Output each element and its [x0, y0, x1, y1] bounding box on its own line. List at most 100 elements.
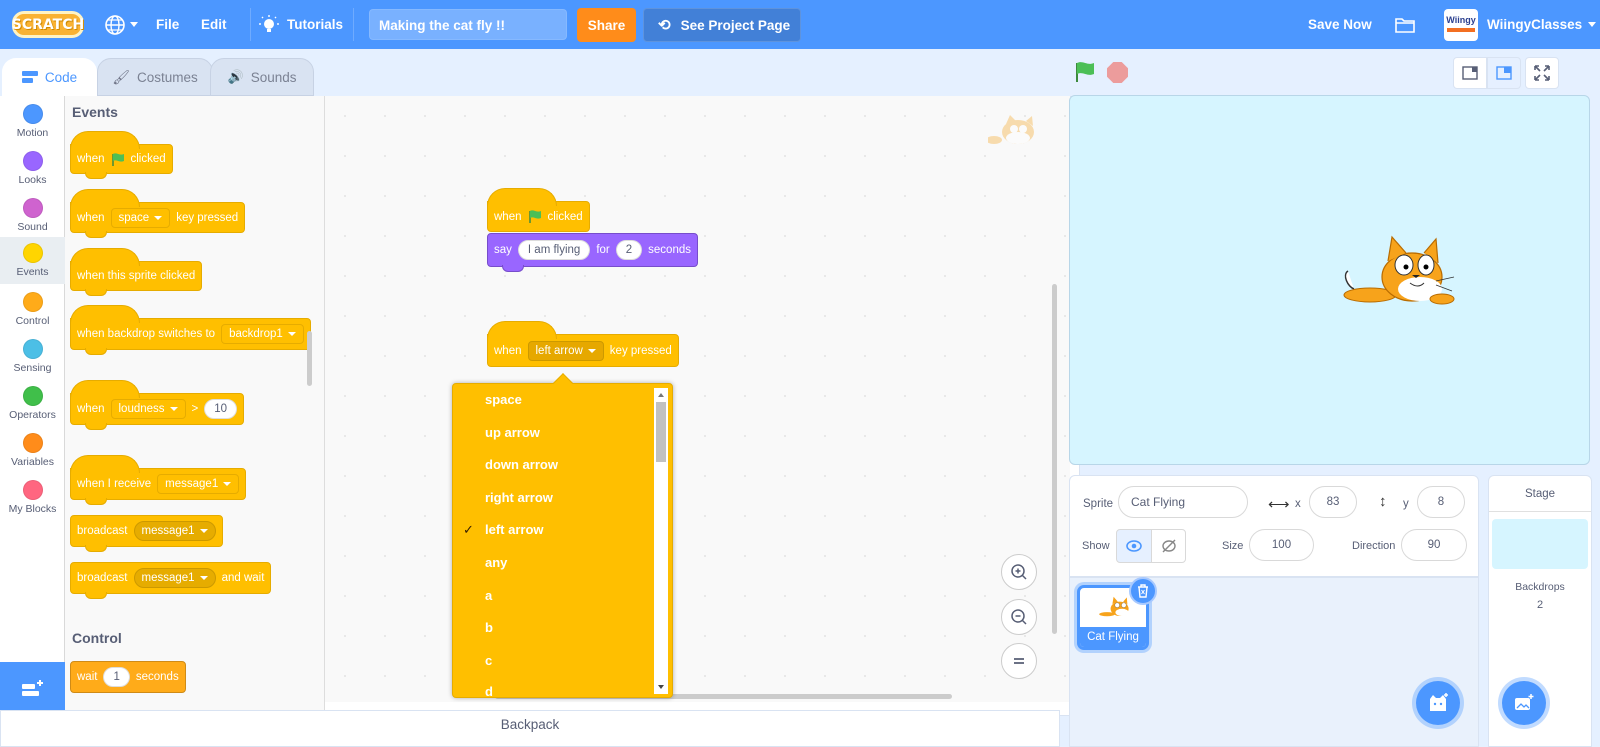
wait-seconds-input[interactable]: 1: [103, 667, 130, 687]
dropdown-scrollbar[interactable]: [654, 388, 668, 694]
size-input[interactable]: 100: [1249, 529, 1314, 561]
scroll-down-arrow-icon[interactable]: [658, 685, 664, 689]
dropdown-option[interactable]: d: [485, 684, 493, 697]
tab-costumes[interactable]: 🖌 Costumes: [97, 58, 213, 96]
block-text: wait: [77, 671, 98, 683]
script-workspace[interactable]: [325, 96, 1070, 702]
dropdown-option[interactable]: b: [485, 620, 493, 635]
tab-sounds[interactable]: 🔊 Sounds: [210, 58, 314, 96]
category-looks[interactable]: Looks: [0, 145, 65, 192]
dropdown-option[interactable]: any: [485, 555, 507, 570]
category-events[interactable]: Events: [0, 237, 65, 284]
dropdown-option[interactable]: space: [485, 392, 522, 407]
show-visible-button[interactable]: [1116, 529, 1152, 563]
hat-cap: [487, 188, 557, 206]
language-menu[interactable]: [104, 0, 138, 49]
key-dropdown[interactable]: space: [110, 207, 171, 228]
dropdown-option[interactable]: c: [485, 653, 492, 668]
normal-stage-icon: [1496, 66, 1512, 80]
dropdown-option-selected[interactable]: left arrow: [485, 522, 544, 537]
block-notch: [85, 231, 107, 238]
message-dropdown[interactable]: message1: [133, 568, 216, 588]
cat-sprite[interactable]: [1340, 231, 1460, 311]
palette-scrollbar[interactable]: [307, 331, 312, 386]
stage-thumbnail[interactable]: [1492, 519, 1588, 569]
threshold-input[interactable]: 10: [204, 399, 238, 419]
events-dot-icon: [22, 243, 43, 263]
broadcast-block[interactable]: broadcast message1: [70, 515, 223, 552]
dropdown-option[interactable]: right arrow: [485, 490, 553, 505]
category-motion[interactable]: Motion: [0, 98, 65, 145]
tab-code[interactable]: Code: [2, 58, 97, 96]
avatar[interactable]: Wiingy: [1444, 9, 1478, 41]
broadcast-and-wait-block[interactable]: broadcast message1 and wait: [70, 562, 272, 599]
save-now-button[interactable]: Save Now: [1308, 0, 1372, 49]
file-menu[interactable]: File: [156, 0, 179, 49]
green-flag-button[interactable]: [1074, 61, 1096, 83]
when-loudness-block[interactable]: when loudness > 10: [70, 380, 245, 430]
category-label: Operators: [9, 409, 56, 421]
normal-stage-button[interactable]: [1487, 57, 1521, 89]
dropdown-option[interactable]: up arrow: [485, 425, 540, 440]
scratch-logo[interactable]: SCRATCH: [12, 11, 84, 38]
paintbrush-icon: 🖌: [112, 68, 130, 85]
control-dot-icon: [22, 292, 43, 312]
message-dropdown[interactable]: message1: [133, 521, 216, 541]
fullscreen-button[interactable]: [1525, 57, 1559, 89]
category-sensing[interactable]: Sensing: [0, 333, 65, 380]
dropdown-value: message1: [141, 525, 195, 537]
when-i-receive-block[interactable]: when I receive message1: [70, 455, 247, 505]
say-text-input[interactable]: I am flying: [517, 240, 591, 260]
show-hidden-button[interactable]: [1151, 529, 1186, 563]
wait-seconds-block[interactable]: wait 1 seconds: [70, 661, 186, 693]
my-stuff-button[interactable]: [1394, 0, 1416, 49]
message-dropdown[interactable]: message1: [157, 474, 240, 494]
when-flag-clicked-script[interactable]: when clicked: [487, 188, 590, 232]
key-dropdown-open[interactable]: left arrow: [527, 340, 604, 361]
dropdown-option[interactable]: down arrow: [485, 457, 558, 472]
x-input[interactable]: 83: [1309, 486, 1357, 518]
see-project-page-button[interactable]: ⟲ See Project Page: [643, 8, 801, 42]
add-extension-button[interactable]: [0, 662, 65, 716]
category-sound[interactable]: Sound: [0, 192, 65, 239]
backdrop-dropdown[interactable]: backdrop1: [221, 324, 304, 344]
when-key-pressed-block[interactable]: when space key pressed: [70, 189, 246, 238]
delete-sprite-button[interactable]: [1129, 577, 1157, 605]
dropdown-option[interactable]: a: [485, 588, 492, 603]
stop-button[interactable]: [1107, 62, 1128, 83]
when-backdrop-switches-block[interactable]: when backdrop switches to backdrop1: [70, 305, 311, 355]
choose-sprite-button[interactable]: [1416, 681, 1460, 725]
equals-icon: [1014, 658, 1024, 664]
y-input[interactable]: 8: [1417, 486, 1465, 518]
edit-menu[interactable]: Edit: [201, 0, 227, 49]
category-my-blocks[interactable]: My Blocks: [0, 474, 65, 521]
category-variables[interactable]: Variables: [0, 427, 65, 474]
small-stage-button[interactable]: [1453, 57, 1487, 89]
when-key-pressed-script[interactable]: when left arrow key pressed: [487, 321, 679, 367]
scroll-thumb[interactable]: [656, 402, 666, 462]
stage-canvas[interactable]: [1069, 95, 1590, 465]
sensor-dropdown[interactable]: loudness: [110, 399, 186, 419]
direction-input[interactable]: 90: [1401, 529, 1467, 561]
scroll-up-arrow-icon[interactable]: [658, 393, 664, 397]
choose-backdrop-button[interactable]: [1502, 681, 1546, 725]
zoom-out-button[interactable]: [1001, 599, 1037, 635]
zoom-in-button[interactable]: [1001, 554, 1037, 590]
when-flag-clicked-block[interactable]: when clicked: [70, 131, 173, 179]
category-control[interactable]: Control: [0, 286, 65, 333]
when-sprite-clicked-block[interactable]: when this sprite clicked: [70, 248, 203, 296]
backpack[interactable]: Backpack: [0, 710, 1060, 747]
account-menu[interactable]: WiingyClasses: [1487, 0, 1597, 49]
events-heading: Events: [72, 104, 118, 120]
sprite-name-input[interactable]: Cat Flying: [1118, 486, 1248, 518]
zoom-reset-button[interactable]: [1001, 643, 1037, 679]
category-operators[interactable]: Operators: [0, 380, 65, 427]
say-seconds-input[interactable]: 2: [615, 240, 643, 260]
say-for-seconds-block[interactable]: say I am flying for 2 seconds: [487, 233, 698, 272]
sprite-info-panel: Sprite Cat Flying ⟷ x 83 ↕ y 8 Show Size…: [1069, 475, 1479, 577]
project-title-input[interactable]: Making the cat fly !!: [369, 9, 567, 40]
workspace-scrollbar-v[interactable]: [1052, 284, 1057, 634]
share-button[interactable]: Share: [577, 8, 636, 42]
tutorials-button[interactable]: Tutorials: [259, 0, 343, 49]
motion-dot-icon: [22, 104, 43, 124]
